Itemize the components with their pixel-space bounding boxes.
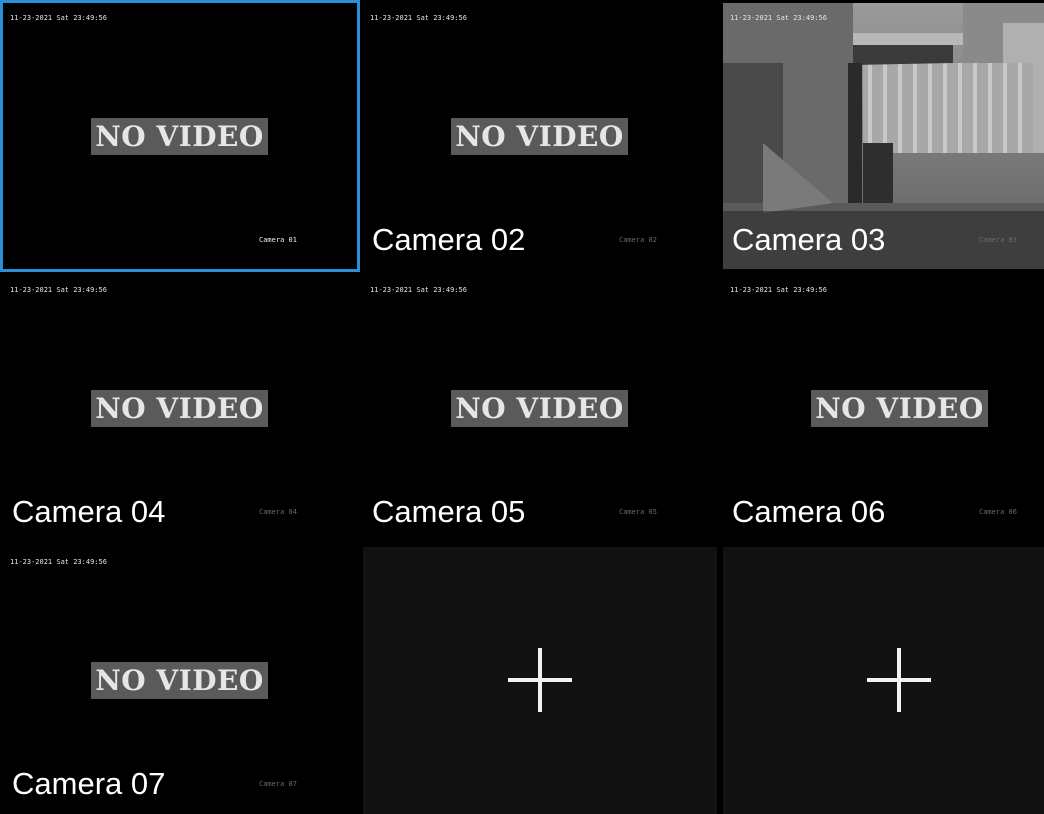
timestamp-overlay: 11-23-2021 Sat 23:49:56: [10, 558, 107, 566]
camera-tile-03[interactable]: 11-23-2021 Sat 23:49:56 Camera 03 Camera…: [723, 3, 1044, 269]
camera-tile-05[interactable]: 11-23-2021 Sat 23:49:56 NO VIDEO Camera …: [363, 275, 717, 541]
camera-osd-name: Camera 06: [979, 508, 1017, 516]
camera-tile-01[interactable]: 11-23-2021 Sat 23:49:56 NO VIDEO Camera …: [0, 0, 360, 272]
no-video-badge: NO VIDEO: [451, 390, 628, 427]
camera-label: Camera 03: [732, 222, 886, 257]
camera-tile-06[interactable]: 11-23-2021 Sat 23:49:56 NO VIDEO Camera …: [723, 275, 1044, 541]
camera-osd-name: Camera 01: [259, 236, 297, 244]
camera-label: Camera 07: [12, 766, 166, 801]
timestamp-overlay: 11-23-2021 Sat 23:49:56: [730, 286, 827, 294]
timestamp-overlay: 11-23-2021 Sat 23:49:56: [370, 14, 467, 22]
timestamp-overlay: 11-23-2021 Sat 23:49:56: [730, 14, 827, 22]
add-camera-slot[interactable]: [723, 547, 1044, 814]
plus-icon[interactable]: [508, 648, 572, 712]
camera-osd-name: Camera 03: [979, 236, 1017, 244]
camera-osd-name: Camera 07: [259, 780, 297, 788]
camera-tile-02[interactable]: 11-23-2021 Sat 23:49:56 NO VIDEO Camera …: [363, 3, 717, 269]
no-video-badge: NO VIDEO: [811, 390, 988, 427]
timestamp-overlay: 11-23-2021 Sat 23:49:56: [370, 286, 467, 294]
camera-label: Camera 06: [732, 494, 886, 529]
camera-osd-name: Camera 04: [259, 508, 297, 516]
no-video-badge: NO VIDEO: [451, 118, 628, 155]
timestamp-overlay: 11-23-2021 Sat 23:49:56: [10, 286, 107, 294]
no-video-badge: NO VIDEO: [91, 662, 268, 699]
timestamp-overlay: 11-23-2021 Sat 23:49:56: [10, 14, 107, 22]
camera-label: Camera 02: [372, 222, 526, 257]
add-camera-slot[interactable]: [363, 547, 717, 814]
plus-icon[interactable]: [867, 648, 931, 712]
camera-osd-name: Camera 05: [619, 508, 657, 516]
camera-tile-04[interactable]: 11-23-2021 Sat 23:49:56 NO VIDEO Camera …: [0, 275, 357, 541]
no-video-badge: NO VIDEO: [91, 390, 268, 427]
camera-label: Camera 05: [372, 494, 526, 529]
camera-osd-name: Camera 02: [619, 236, 657, 244]
no-video-badge: NO VIDEO: [91, 118, 268, 155]
camera-tile-07[interactable]: 11-23-2021 Sat 23:49:56 NO VIDEO Camera …: [0, 547, 357, 814]
camera-label: Camera 04: [12, 494, 166, 529]
